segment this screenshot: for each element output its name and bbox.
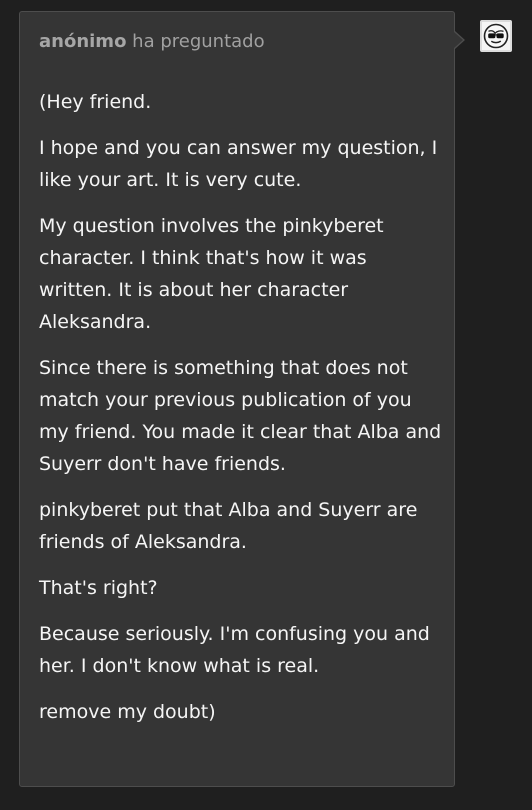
speech-bubble-pointer — [454, 31, 465, 49]
ask-header: anónimo ha preguntado — [39, 30, 265, 54]
ask-action-label: ha preguntado — [132, 31, 265, 52]
ask-message: (Hey friend. I hope and you can answer m… — [39, 86, 444, 742]
asker-name[interactable]: anónimo — [39, 31, 126, 52]
ask-paragraph-4: Since there is something that does not m… — [39, 357, 442, 475]
ask-paragraph-2: I hope and you can answer my question, I… — [39, 137, 438, 191]
ask-paragraph-5: pinkyberet put that Alba and Suyerr are … — [39, 499, 418, 553]
ask-paragraph-1: (Hey friend. — [39, 91, 152, 113]
ask-paragraph-8: remove my doubt) — [39, 701, 216, 723]
ask-card: anónimo ha preguntado (Hey friend. I hop… — [19, 11, 455, 787]
ask-paragraph-6: That's right? — [39, 577, 158, 599]
ask-paragraph-3: My question involves the pinkyberet char… — [39, 215, 384, 333]
avatar[interactable] — [480, 20, 512, 52]
anonymous-sunglasses-face-icon — [483, 23, 509, 49]
ask-paragraph-7: Because seriously. I'm confusing you and… — [39, 623, 430, 677]
